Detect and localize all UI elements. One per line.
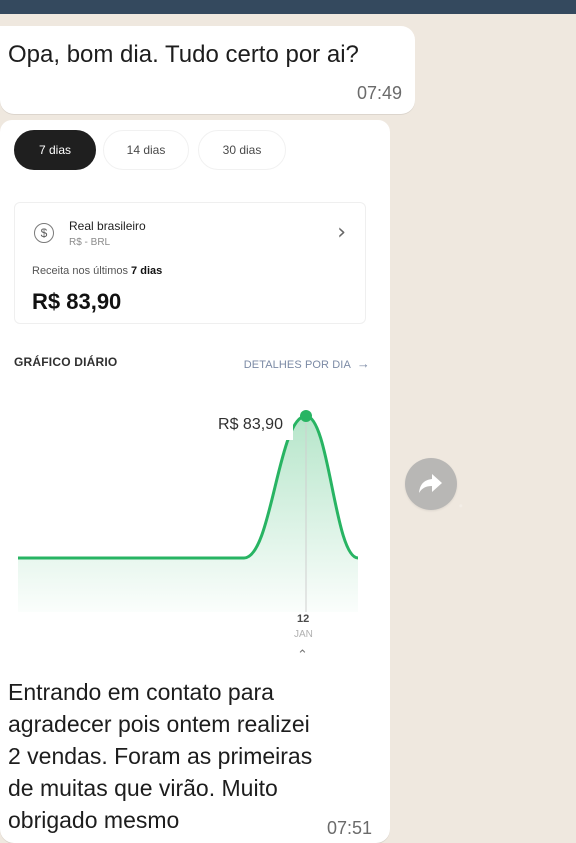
tab-30-days[interactable]: 30 dias xyxy=(198,130,286,170)
chart-highlight-point xyxy=(300,410,312,422)
message-bubble: Opa, bom dia. Tudo certo por ai? 07:49 xyxy=(0,26,415,114)
tab-14-days[interactable]: 14 dias xyxy=(103,130,189,170)
chart-area xyxy=(18,416,358,612)
chart-section-title: GRÁFICO DIÁRIO xyxy=(14,355,118,369)
chart-x-day-label: 12 xyxy=(297,613,310,625)
chart-highlight-label: R$ 83,90 xyxy=(208,410,293,440)
top-bar xyxy=(0,0,576,14)
dollar-circle-icon: $ xyxy=(34,223,54,243)
chat-screen: Opa, bom dia. Tudo certo por ai? 07:49 7… xyxy=(0,0,576,843)
chevron-up-icon: ⌃ xyxy=(297,648,308,663)
details-link[interactable]: DETALHES POR DIA → xyxy=(244,356,370,371)
message-bubble-with-screenshot: 7 dias 14 dias 30 dias $ Real brasileiro… xyxy=(0,120,390,843)
forward-icon xyxy=(419,474,442,493)
chart-x-month-label: JAN xyxy=(294,629,313,640)
revenue-label: Receita nos últimos 7 dias xyxy=(32,265,162,277)
revenue-label-prefix: Receita nos últimos xyxy=(32,265,132,277)
daily-chart-svg xyxy=(17,410,359,612)
currency-code: R$ - BRL xyxy=(69,237,111,248)
revenue-value: R$ 83,90 xyxy=(32,289,122,314)
message-text: Entrando em contato para agradecer pois … xyxy=(8,679,313,833)
message-text: Opa, bom dia. Tudo certo por ai? xyxy=(8,41,359,68)
message-time: 07:49 xyxy=(356,83,402,103)
tab-7-days[interactable]: 7 dias xyxy=(14,130,96,170)
forward-button[interactable] xyxy=(405,458,457,510)
chevron-right-icon[interactable]: › xyxy=(337,222,346,244)
revenue-label-period: 7 dias xyxy=(131,265,163,277)
arrow-right-icon: → xyxy=(356,356,370,371)
currency-name: Real brasileiro xyxy=(69,219,146,233)
daily-chart: R$ 83,90 12 JAN ⌃ xyxy=(0,398,390,663)
message-time: 07:51 xyxy=(326,818,372,838)
revenue-card[interactable]: $ Real brasileiro R$ - BRL › Receita nos… xyxy=(14,202,366,324)
details-link-label[interactable]: DETALHES POR DIA xyxy=(244,359,351,371)
